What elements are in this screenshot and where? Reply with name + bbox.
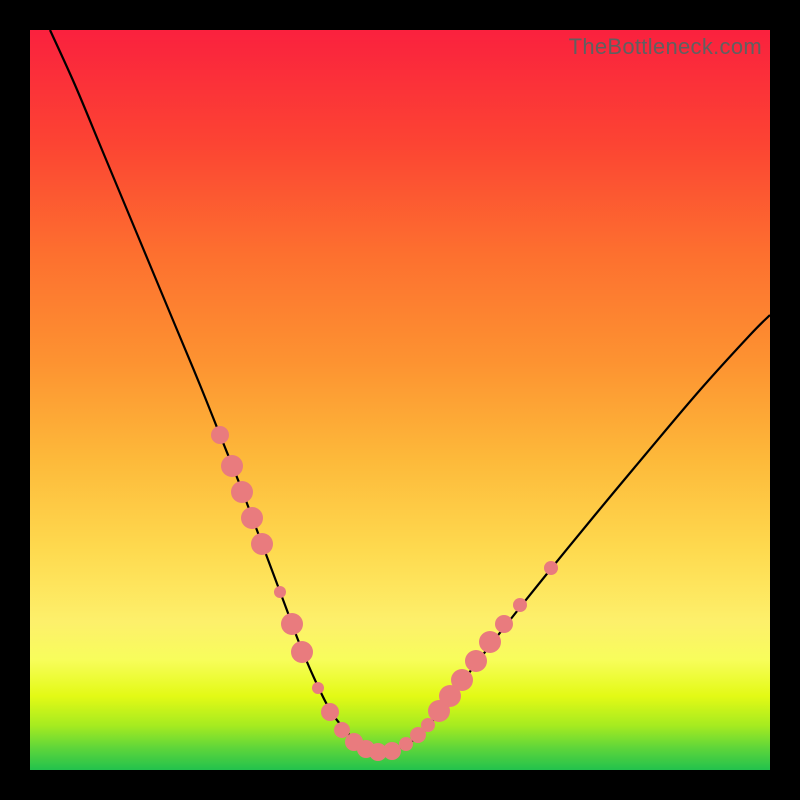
curve-marker: [495, 615, 513, 633]
curve-marker: [383, 742, 401, 760]
curve-marker: [251, 533, 273, 555]
bottleneck-curve-svg: [30, 30, 770, 770]
curve-marker: [274, 586, 286, 598]
curve-marker: [465, 650, 487, 672]
curve-marker: [241, 507, 263, 529]
bottleneck-curve: [50, 30, 770, 753]
curve-marker: [479, 631, 501, 653]
plot-frame: TheBottleneck.com: [30, 30, 770, 770]
curve-marker: [231, 481, 253, 503]
curve-marker: [513, 598, 527, 612]
curve-marker: [451, 669, 473, 691]
curve-marker: [291, 641, 313, 663]
curve-markers: [211, 426, 558, 761]
curve-marker: [281, 613, 303, 635]
curve-marker: [544, 561, 558, 575]
curve-marker: [399, 737, 413, 751]
curve-marker: [211, 426, 229, 444]
curve-marker: [312, 682, 324, 694]
curve-marker: [221, 455, 243, 477]
curve-marker: [321, 703, 339, 721]
curve-marker: [334, 722, 350, 738]
